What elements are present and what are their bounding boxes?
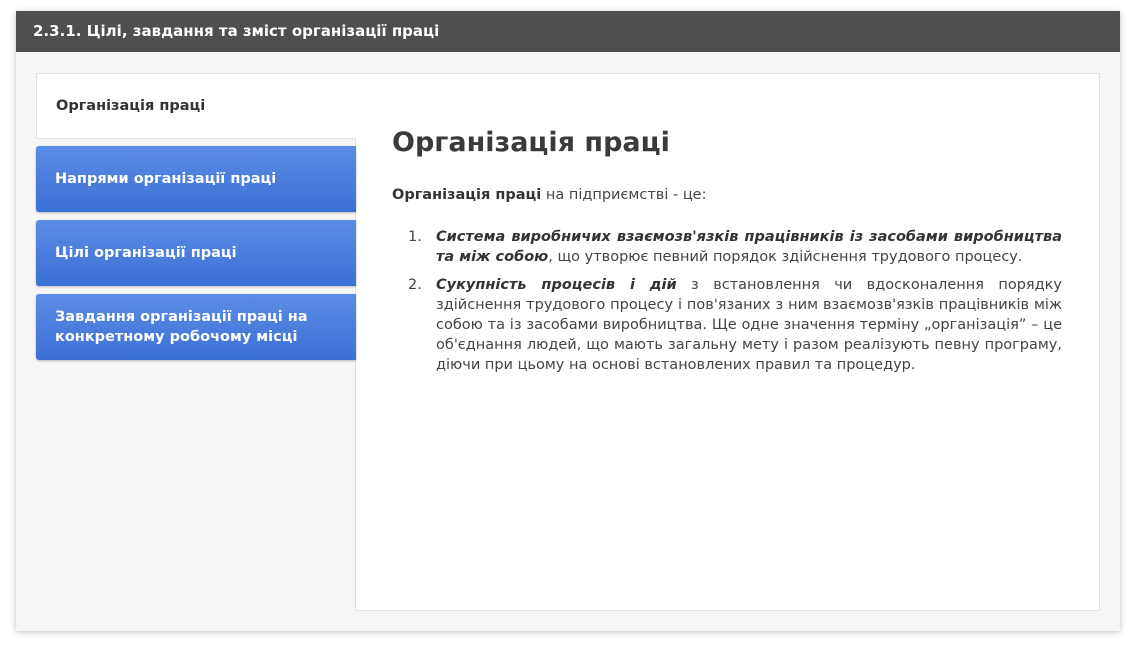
- tab-tsili-organizatsii-pratsi[interactable]: Цілі організації праці: [36, 220, 356, 286]
- tab-label: Завдання організації праці на конкретном…: [55, 309, 308, 345]
- tab-label: Організація праці: [56, 98, 206, 114]
- section-title: 2.3.1. Цілі, завдання та зміст організац…: [16, 11, 1120, 52]
- tab-label: Цілі організації праці: [55, 245, 237, 261]
- definition-list: 1. Система виробничих взаємозв'язків прац…: [392, 227, 1062, 375]
- list-item-number: 2.: [408, 277, 422, 293]
- content-panel: Організація праці Організація праці на п…: [355, 73, 1100, 611]
- list-item-number: 1.: [408, 229, 422, 245]
- list-item-term: Сукупність процесів і дій: [436, 277, 677, 293]
- tab-zavdannia-organizatsii-pratsi[interactable]: Завдання організації праці на конкретном…: [36, 294, 356, 360]
- tab-napriamy-organizatsii-pratsi[interactable]: Напрями організації праці: [36, 146, 356, 212]
- course-window: 2.3.1. Цілі, завдання та зміст організац…: [16, 11, 1120, 631]
- list-item: 2. Сукупність процесів і дій з встановлен…: [392, 275, 1062, 375]
- content-intro: Організація праці на підприємстві - це:: [392, 185, 1062, 205]
- list-item: 1. Система виробничих взаємозв'язків прац…: [392, 227, 1062, 267]
- intro-text: на підприємстві - це:: [541, 187, 707, 203]
- tab-label: Напрями організації праці: [55, 171, 277, 187]
- content-heading: Організація праці: [392, 127, 670, 158]
- content-body: Організація праці Організація праці на п…: [392, 126, 1062, 383]
- tab-organizatsiia-pratsi[interactable]: Організація праці: [36, 73, 356, 139]
- intro-term: Організація праці: [392, 187, 542, 203]
- list-item-text: , що утворює певний порядок здійснення т…: [548, 249, 1023, 265]
